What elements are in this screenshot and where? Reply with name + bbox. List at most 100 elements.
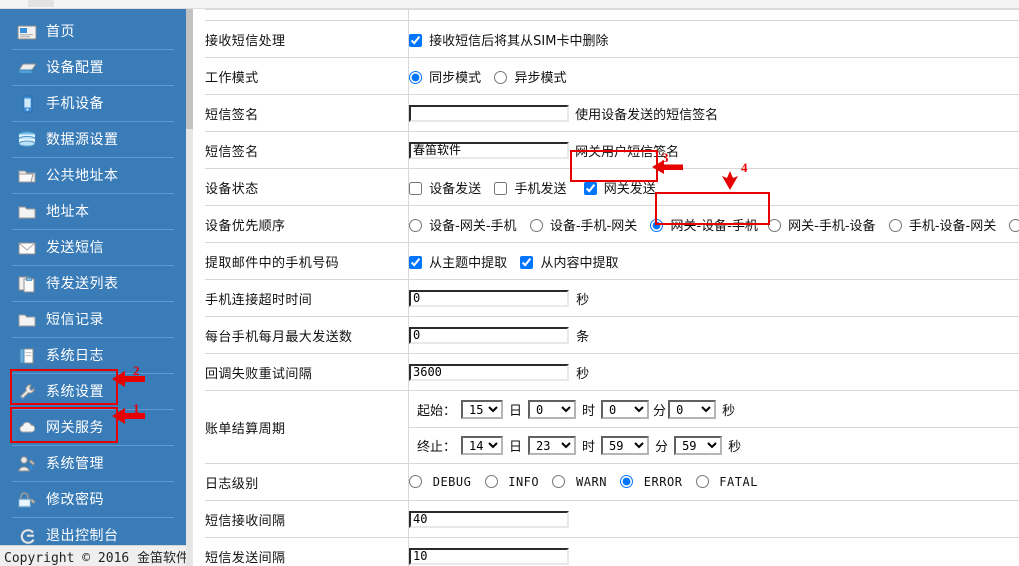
checkbox-extract-body-input[interactable] [520,255,534,269]
sidebar-item-system-management[interactable]: 系统管理 [12,446,174,482]
user-admin-icon [16,454,38,474]
sidebar-item-public-addressbook[interactable]: 公共地址本 [12,158,174,194]
checkbox-mobile-send[interactable]: 手机发送 [494,178,566,197]
billing-end-minute-select[interactable]: 59 [601,435,650,455]
checkbox-mobile-send-label: 手机发送 [514,181,567,197]
radio-log-debug-input[interactable] [409,475,422,488]
page-scrollbar-thumb[interactable] [186,9,193,129]
sidebar-item-addressbook[interactable]: 地址本 [12,194,174,230]
radio-log-info-input[interactable] [484,475,498,488]
table-row: 设备优先顺序 设备-网关-手机 设备-手机-网关 网关-设备-手机 网关-手机-… [205,205,1019,243]
folder-icon [16,202,38,222]
sidebar-item-datasource[interactable]: 数据源设置 [12,122,174,158]
sidebar-item-pending-list[interactable]: 待发送列表 [12,266,174,302]
sign-device-hint: 使用设备发送的短信签名 [575,107,719,123]
radio-priority-3[interactable]: 网关-设备-手机 [650,215,758,234]
radio-priority-2-input[interactable] [529,218,543,232]
radio-priority-4-label: 网关-手机-设备 [788,218,876,234]
radio-log-fatal-input[interactable] [695,475,709,488]
billing-start-second-select[interactable]: 0 [668,399,717,419]
sidebar-item-label: 地址本 [46,203,90,220]
copyright-text: Copyright © 2016 金笛软件 [4,550,190,566]
checkbox-gateway-send[interactable]: 网关发送 [583,178,656,197]
billing-start-second-unit: 秒 [722,403,736,419]
sidebar-item-send-sms[interactable]: 发送短信 [12,230,174,266]
billing-end-prefix: 终止： [417,439,457,455]
billing-start-minute-select[interactable]: 0 [601,399,650,419]
sidebar-item-system-settings[interactable]: 系统设置 [12,374,174,410]
sidebar-item-home[interactable]: 首页 [12,14,174,50]
table-row: 短信接收间隔 [205,500,1019,538]
radio-priority-3-input[interactable] [650,218,664,232]
radio-log-fatal[interactable]: FATAL [695,475,758,489]
radio-log-warn-input[interactable] [552,475,566,488]
checkbox-device-send[interactable]: 设备发送 [409,178,481,197]
radio-work-mode-async-label: 异步模式 [514,70,567,86]
sidebar-item-label: 设备配置 [46,59,104,76]
book-icon [16,346,38,366]
billing-start-hour-select[interactable]: 0 [528,399,577,419]
table-top-spacer [205,9,1019,21]
retry-interval-input[interactable] [409,363,569,381]
radio-priority-6-input[interactable] [1009,218,1019,232]
checkbox-extract-subject-input[interactable] [409,255,422,269]
folder-records-icon [16,310,38,330]
max-per-month-input[interactable] [409,326,569,344]
radio-log-fatal-label: FATAL [719,475,758,489]
billing-end-hour-select[interactable]: 23 [528,435,577,455]
radio-priority-6[interactable]: 手机-网关-设备 [1009,215,1019,234]
sidebar-item-device-config[interactable]: 设备配置 [12,50,174,86]
radio-work-mode-async-input[interactable] [494,70,508,84]
sign-gateway-input[interactable] [409,141,569,159]
password-icon [16,490,38,510]
radio-log-error[interactable]: ERROR [620,475,682,489]
billing-end-second-select[interactable]: 59 [674,435,723,455]
radio-log-info[interactable]: INFO [484,475,540,489]
sign-gateway-hint: 网关用户短信签名 [575,144,680,160]
sidebar-item-system-log[interactable]: 系统日志 [12,338,174,374]
sidebar-item-mobile-device[interactable]: 手机设备 [12,86,174,122]
radio-log-info-label: INFO [508,475,540,489]
recv-interval-input[interactable] [409,510,569,528]
radio-priority-1[interactable]: 设备-网关-手机 [409,215,517,234]
radio-priority-5-input[interactable] [888,218,902,232]
radio-priority-1-input[interactable] [409,218,422,232]
radio-priority-5[interactable]: 手机-设备-网关 [888,215,996,234]
sidebar-item-label: 网关服务 [46,419,104,436]
radio-log-debug[interactable]: DEBUG [409,475,471,489]
clipboard-icon [16,274,38,294]
checkbox-device-send-input[interactable] [409,181,422,195]
sidebar-item-label: 系统日志 [46,347,104,364]
checkbox-delete-from-sim-input[interactable] [409,33,422,47]
send-interval-input[interactable] [409,547,569,565]
row-label-send-interval: 短信发送间隔 [205,537,409,566]
conn-timeout-input[interactable] [409,289,569,307]
sidebar-item-change-password[interactable]: 修改密码 [12,482,174,518]
checkbox-extract-subject[interactable]: 从主题中提取 [409,252,507,271]
table-row: 账单结算周期 起始： 15 日 0 时 0 分 0 秒 终止： 14 日 23 … [205,390,1019,464]
radio-work-mode-async[interactable]: 异步模式 [494,67,566,86]
radio-work-mode-sync[interactable]: 同步模式 [409,67,481,86]
database-icon [16,130,38,150]
sign-device-input[interactable] [409,104,569,122]
billing-start-minute-unit: 分 [653,403,667,419]
checkbox-extract-body[interactable]: 从内容中提取 [520,252,618,271]
radio-priority-2-label: 设备-手机-网关 [549,218,638,234]
checkbox-gateway-send-input[interactable] [583,181,597,195]
sidebar-item-label: 短信记录 [46,311,104,328]
radio-log-warn[interactable]: WARN [552,475,607,489]
sidebar-item-gateway-service[interactable]: 网关服务 [12,410,174,446]
billing-start-day-select[interactable]: 15 [461,399,504,419]
radio-priority-2[interactable]: 设备-手机-网关 [529,215,638,234]
row-label-billing-period: 账单结算周期 [205,390,409,464]
radio-priority-4-input[interactable] [768,218,782,232]
radio-log-error-input[interactable] [620,475,634,488]
sidebar-item-sms-records[interactable]: 短信记录 [12,302,174,338]
checkbox-delete-from-sim[interactable]: 接收短信后将其从SIM卡中删除 [409,30,608,49]
sidebar-item-logout[interactable]: 退出控制台 [12,518,174,545]
billing-end-day-select[interactable]: 14 [461,435,504,455]
checkbox-mobile-send-input[interactable] [494,181,508,195]
row-label-device-priority: 设备优先顺序 [205,205,409,243]
radio-priority-4[interactable]: 网关-手机-设备 [768,215,876,234]
radio-work-mode-sync-input[interactable] [409,70,422,84]
